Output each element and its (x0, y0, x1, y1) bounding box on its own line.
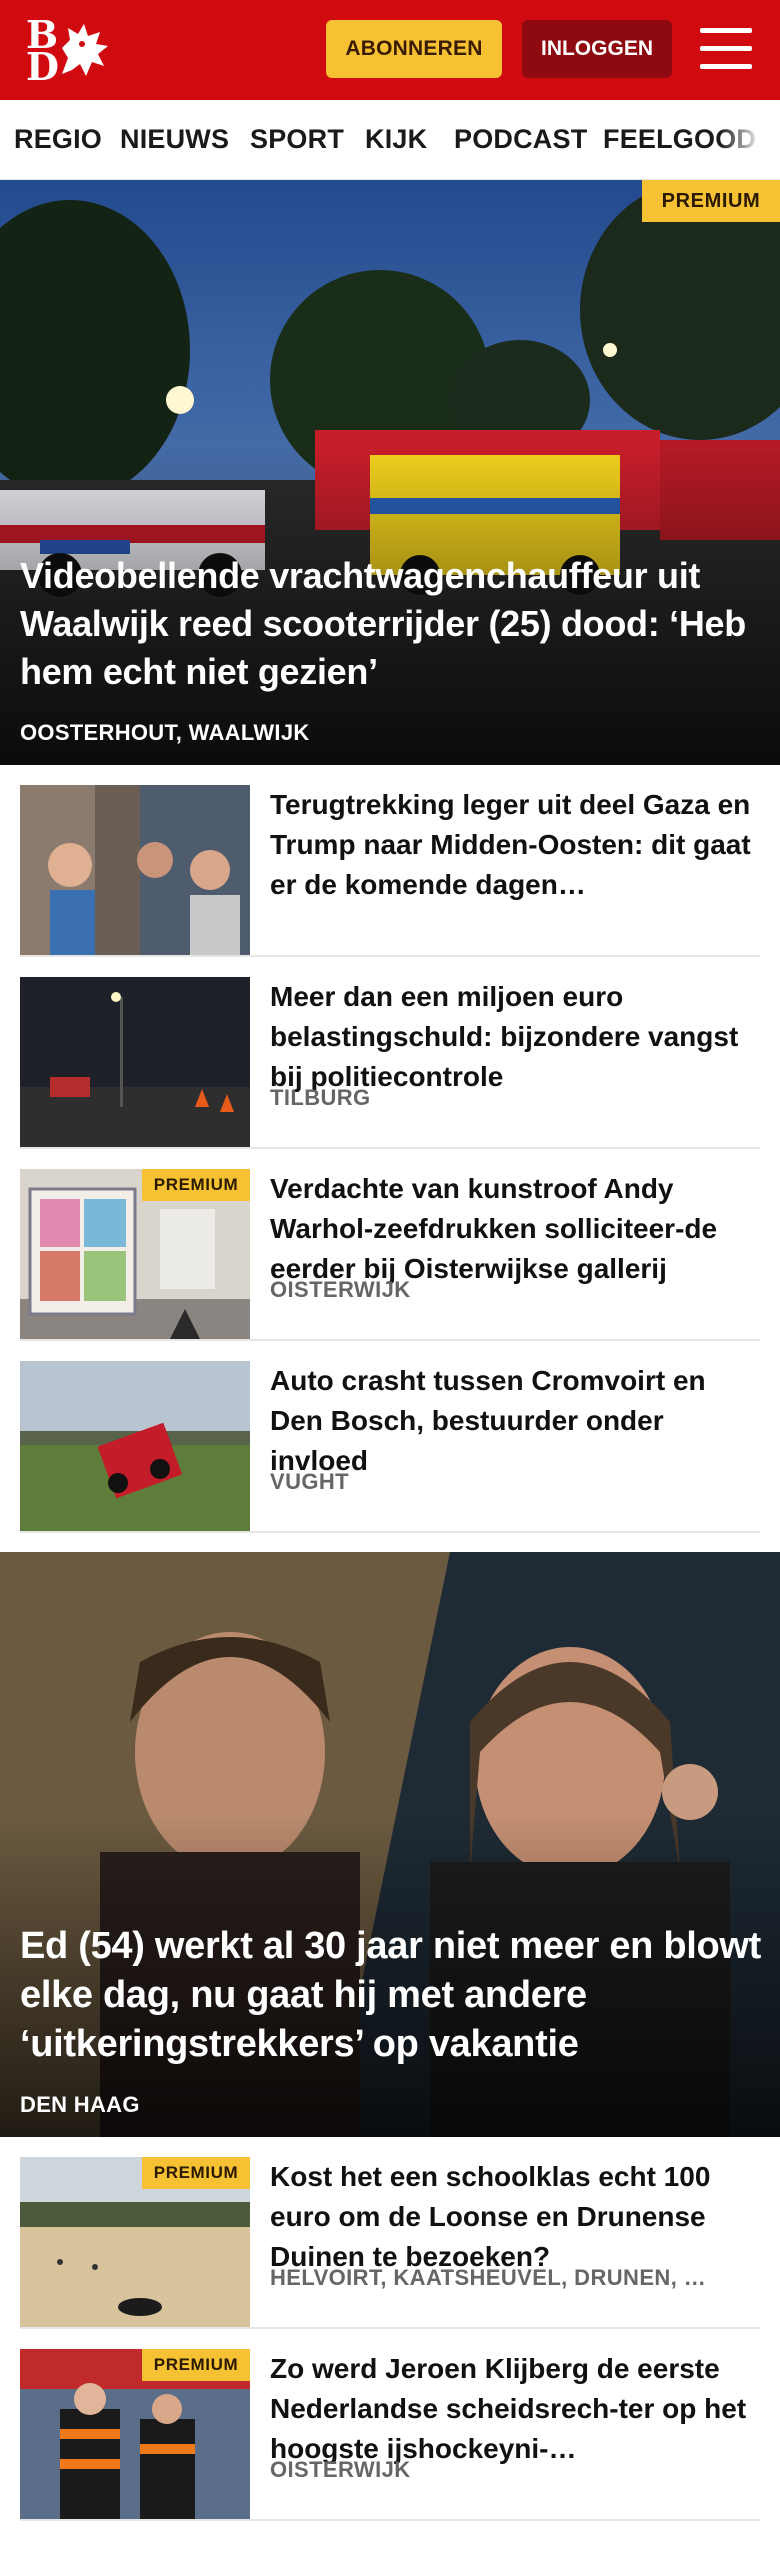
article-title[interactable]: Zo werd Jeroen Klijberg de eerste Nederl… (270, 2349, 760, 2469)
site-header: B D ABONNEREN INLOGGEN (0, 0, 780, 100)
site-logo[interactable]: B D (26, 16, 116, 86)
article-location: TILBURG (270, 1085, 371, 1110)
list-item[interactable]: Terugtrekking leger uit deel Gaza en Tru… (20, 765, 760, 957)
feature-title[interactable]: Ed (54) werkt al 30 jaar niet meer en bl… (20, 1922, 770, 2069)
article-title[interactable]: Meer dan een miljoen euro belastingschul… (270, 977, 760, 1097)
login-button[interactable]: INLOGGEN (522, 20, 672, 78)
article-thumbnail: PREMIUM (20, 2349, 250, 2519)
list-item[interactable]: PREMIUM Kost het een schoolklas echt 100… (20, 2137, 760, 2329)
premium-badge: PREMIUM (142, 2349, 250, 2381)
article-location: VUGHT (270, 1469, 349, 1494)
list-item[interactable]: PREMIUM Zo werd Jeroen Klijberg de eerst… (20, 2329, 760, 2521)
list-item[interactable]: Meer dan een miljoen euro belastingschul… (20, 957, 760, 1149)
article-thumbnail: PREMIUM (20, 2157, 250, 2327)
subscribe-button[interactable]: ABONNEREN (326, 20, 502, 78)
premium-badge: PREMIUM (642, 180, 780, 222)
article-title[interactable]: Verdachte van kunstroof Andy Warhol-zeef… (270, 1169, 760, 1289)
nav-item-kijk[interactable]: KIJK (365, 100, 427, 179)
nav-item-regio[interactable]: REGIO (14, 100, 102, 179)
list-item[interactable]: PREMIUM Verdachte van kunstroof Andy War… (20, 1149, 760, 1341)
article-thumbnail (20, 977, 250, 1147)
feature-article[interactable]: Ed (54) werkt al 30 jaar niet meer en bl… (0, 1552, 780, 2137)
article-thumbnail (20, 1361, 250, 1531)
list-item[interactable]: Auto crasht tussen Cromvoirt en Den Bosc… (20, 1341, 760, 1533)
article-thumbnail: PREMIUM (20, 1169, 250, 1339)
section-nav: REGIO NIEUWS SPORT KIJK PODCAST FEELGOOD… (0, 100, 780, 180)
hero-title[interactable]: Videobellende vrachtwagenchauffeur uit W… (20, 552, 765, 696)
nav-item-sport[interactable]: SPORT (250, 100, 344, 179)
article-title[interactable]: Auto crasht tussen Cromvoirt en Den Bosc… (270, 1361, 760, 1481)
nav-item-podcast[interactable]: PODCAST (454, 100, 587, 179)
article-location: OISTERWIJK (270, 1277, 411, 1302)
article-title[interactable]: Kost het een schoolklas echt 100 euro om… (270, 2157, 760, 2277)
hamburger-icon[interactable] (700, 28, 752, 70)
hero-location: OOSTERHOUT, WAALWIJK (20, 720, 310, 745)
article-location: OISTERWIJK (270, 2457, 411, 2482)
article-location: HELVOIRT, KAATSHEUVEL, DRUNEN, … (270, 2265, 707, 2290)
premium-badge: PREMIUM (142, 1169, 250, 1201)
nav-fade (720, 100, 780, 179)
article-thumbnail (20, 785, 250, 955)
feature-location: DEN HAAG (20, 2092, 140, 2117)
hero-article[interactable]: PREMIUM Videobellende vrachtwagenchauffe… (0, 180, 780, 765)
article-title[interactable]: Terugtrekking leger uit deel Gaza en Tru… (270, 785, 760, 905)
lion-icon (62, 24, 108, 76)
premium-badge: PREMIUM (142, 2157, 250, 2189)
nav-item-nieuws[interactable]: NIEUWS (120, 100, 229, 179)
